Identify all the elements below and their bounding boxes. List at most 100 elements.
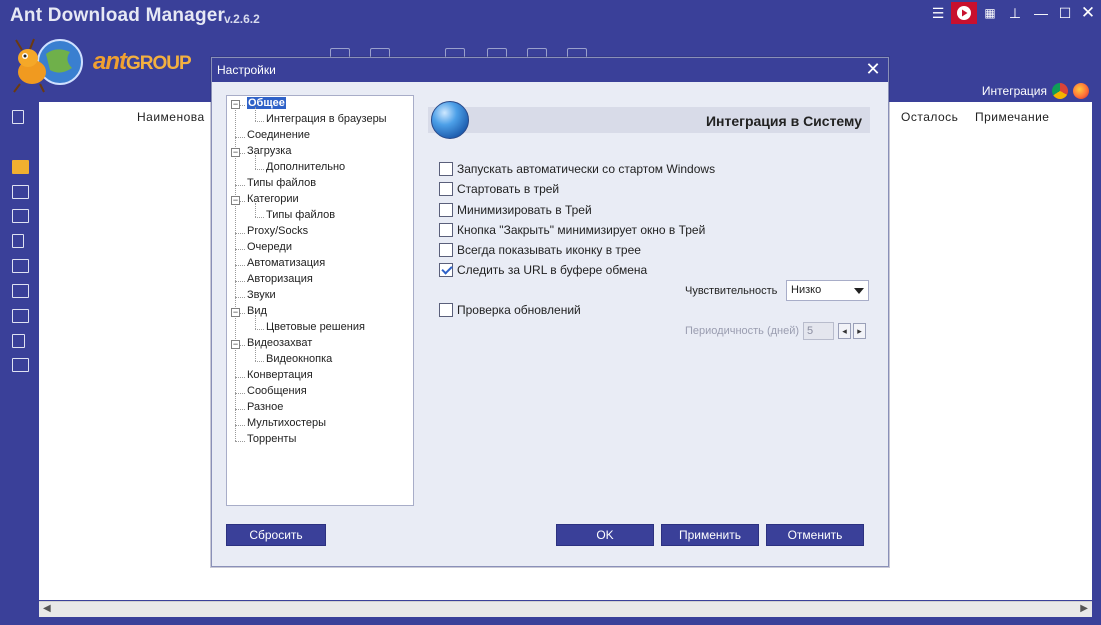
tree-subnode[interactable]: Видеокнопка — [266, 353, 332, 365]
tree-node[interactable]: Общее — [247, 97, 286, 109]
checkbox-start-tray[interactable] — [439, 182, 453, 196]
tree-node[interactable]: Мультихостеры — [247, 417, 326, 429]
tree-node[interactable]: Proxy/Socks — [247, 225, 308, 237]
tree-node-label: Интеграция в браузеры — [266, 113, 387, 125]
tree-connector — [255, 169, 264, 170]
dialog-title: Настройки — [217, 63, 276, 77]
play-icon — [957, 6, 971, 20]
sensitivity-value: Низко — [791, 284, 822, 296]
sidebar — [0, 102, 39, 625]
sensitivity-select[interactable]: Низко — [786, 280, 869, 301]
checkbox-tray-icon[interactable] — [439, 243, 453, 257]
collapse-icon[interactable]: − — [231, 308, 240, 317]
option-label: Стартовать в трей — [457, 182, 560, 196]
tree-node-label: Общее — [247, 97, 286, 109]
tree-node[interactable]: Типы файлов — [247, 177, 316, 189]
apply-button[interactable]: Применить — [661, 524, 759, 546]
collapse-icon[interactable]: − — [231, 148, 240, 157]
option-autostart[interactable]: Запускать автоматически со стартом Windo… — [439, 162, 715, 176]
globe-icon — [431, 101, 469, 139]
tree-connector — [255, 315, 256, 329]
tree-connector — [235, 441, 245, 442]
checkbox-close-to-tray[interactable] — [439, 223, 453, 237]
checkbox-minimize-tray[interactable] — [439, 203, 453, 217]
tree-node[interactable]: Загрузка — [247, 145, 291, 157]
tree-node[interactable]: Авторизация — [247, 273, 313, 285]
option-start-tray[interactable]: Стартовать в трей — [439, 182, 559, 196]
close-icon[interactable]: ✕ — [1075, 2, 1101, 24]
spin-right-icon[interactable]: ▸ — [853, 323, 866, 339]
spin-left-icon[interactable]: ◂ — [838, 323, 851, 339]
firefox-icon[interactable] — [1073, 83, 1089, 99]
scroll-right-icon[interactable]: ▶ — [1080, 603, 1088, 614]
option-label: Всегда показывать иконку в трее — [457, 243, 641, 257]
option-label: Следить за URL в буфере обмена — [457, 263, 648, 277]
menu-icon[interactable]: ☰ — [925, 2, 951, 24]
tree-view-icon[interactable] — [12, 110, 24, 124]
integration-bar[interactable]: Интеграция — [982, 83, 1089, 99]
column-name[interactable]: Наименова — [137, 110, 205, 124]
other-files-icon[interactable] — [12, 358, 29, 372]
column-remaining[interactable]: Осталось — [901, 110, 958, 124]
tree-connector — [255, 155, 256, 169]
scroll-left-icon[interactable]: ◀ — [43, 603, 51, 614]
option-close-to-tray[interactable]: Кнопка "Закрыть" минимизирует окно в Тре… — [439, 223, 705, 237]
collapse-icon[interactable]: − — [231, 100, 240, 109]
tree-node[interactable]: Очереди — [247, 241, 292, 253]
collapse-icon[interactable]: − — [231, 340, 240, 349]
grid-icon[interactable]: ▦ — [977, 2, 1003, 24]
tree-connector — [235, 265, 245, 266]
tree-node[interactable]: Вид — [247, 305, 267, 317]
upload-icon[interactable] — [12, 185, 29, 199]
cancel-button[interactable]: Отменить — [766, 524, 864, 546]
tree-node[interactable]: Видеозахват — [247, 337, 312, 349]
option-label: Запускать автоматически со стартом Windo… — [457, 162, 716, 176]
checkbox-check-updates[interactable] — [439, 303, 453, 317]
archive-icon[interactable] — [12, 309, 29, 323]
tree-connector — [255, 121, 264, 122]
tree-subnode[interactable]: Типы файлов — [266, 209, 335, 221]
reset-button[interactable]: Сбросить — [226, 524, 326, 546]
horizontal-scrollbar[interactable]: ◀ ▶ — [39, 601, 1092, 617]
tree-subnode[interactable]: Дополнительно — [266, 161, 345, 173]
brand-logo: antGROUP — [93, 48, 192, 76]
option-tray-icon[interactable]: Всегда показывать иконку в трее — [439, 243, 641, 257]
tree-node-label: Загрузка — [247, 145, 292, 157]
checkbox-autostart[interactable] — [439, 162, 453, 176]
option-minimize-tray[interactable]: Минимизировать в Трей — [439, 203, 592, 217]
period-input[interactable]: 5 — [803, 322, 834, 340]
tree-node-label: Цветовые решения — [266, 321, 365, 333]
option-check-updates[interactable]: Проверка обновлений — [439, 303, 581, 317]
collapse-icon[interactable]: − — [231, 196, 240, 205]
tree-node[interactable]: Конвертация — [247, 369, 313, 381]
video-icon[interactable] — [12, 259, 29, 273]
minimize-icon[interactable]: — — [1028, 2, 1054, 24]
dialog-close-icon[interactable]: ✕ — [862, 59, 884, 81]
tree-node-label: Авторизация — [247, 273, 313, 285]
checkbox-clipboard-monitor[interactable] — [439, 263, 453, 277]
image-icon[interactable] — [12, 284, 29, 298]
download-icon[interactable] — [12, 209, 29, 223]
tree-node[interactable]: Разное — [247, 401, 283, 413]
tree-node[interactable]: Соединение — [247, 129, 310, 141]
column-note[interactable]: Примечание — [975, 110, 1049, 124]
pin-icon[interactable]: ⊥ — [1002, 2, 1028, 24]
folder-icon[interactable] — [12, 160, 29, 174]
tree-node-label: Соединение — [247, 129, 311, 141]
audio-icon[interactable] — [12, 234, 24, 248]
option-clipboard-monitor[interactable]: Следить за URL в буфере обмена — [439, 263, 647, 277]
tree-subnode[interactable]: Цветовые решения — [266, 321, 365, 333]
play-icon[interactable] — [951, 2, 977, 24]
section-title: Интеграция в Систему — [705, 113, 862, 129]
tree-connector — [255, 217, 264, 218]
tree-node[interactable]: Торренты — [247, 433, 296, 445]
tree-node[interactable]: Автоматизация — [247, 257, 325, 269]
tree-subnode[interactable]: Интеграция в браузеры — [266, 113, 387, 125]
tree-node[interactable]: Звуки — [247, 289, 276, 301]
chrome-icon[interactable] — [1052, 83, 1068, 99]
ok-button[interactable]: OK — [556, 524, 654, 546]
tree-node[interactable]: Сообщения — [247, 385, 307, 397]
brand-main: ant — [93, 48, 127, 75]
dialog-titlebar[interactable]: Настройки ✕ — [212, 58, 888, 82]
document-icon[interactable] — [12, 334, 25, 348]
